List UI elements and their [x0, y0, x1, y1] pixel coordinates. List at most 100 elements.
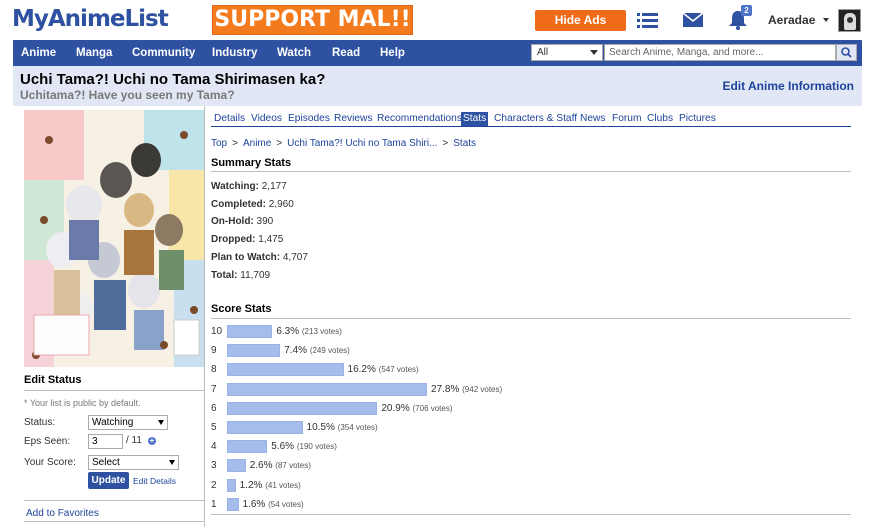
your-score-label: Your Score: — [24, 457, 76, 468]
sidebar-divider — [204, 106, 205, 527]
breadcrumb-stats[interactable]: Stats — [453, 138, 476, 149]
chevron-down-icon — [590, 50, 598, 55]
score-row: 4 5.6% (190 votes) — [211, 440, 851, 454]
tab-stats[interactable]: Stats — [461, 112, 489, 126]
score-label: 10 — [211, 326, 223, 337]
score-votes: (190 votes) — [296, 442, 337, 452]
score-row: 9 7.4% (249 votes) — [211, 344, 851, 358]
score-percent-value: 2.6% — [249, 460, 276, 472]
update-button[interactable]: Update — [88, 472, 129, 489]
score-label: 4 — [211, 441, 217, 453]
add-to-favorites-link[interactable]: Add to Favorites — [26, 508, 99, 519]
search-input[interactable] — [604, 44, 836, 61]
divider — [211, 514, 851, 515]
nav-watch[interactable]: Watch — [277, 40, 311, 66]
page-title: Uchi Tama?! Uchi no Tama Shirimasen ka? — [20, 71, 326, 88]
tab-recommendations[interactable]: Recommendations — [377, 112, 462, 125]
anime-cover-image[interactable] — [24, 110, 204, 367]
nav-manga[interactable]: Manga — [76, 40, 112, 66]
score-bar — [227, 382, 427, 396]
score-bar — [227, 344, 281, 358]
tab-forum[interactable]: Forum — [612, 112, 641, 125]
support-mal-banner[interactable]: SUPPORT MAL!! — [212, 5, 413, 35]
site-logo[interactable]: MyAnimeList — [12, 6, 169, 32]
edit-details-link[interactable]: Edit Details — [133, 476, 176, 486]
username-menu[interactable]: Aeradae — [768, 13, 815, 27]
nav-industry[interactable]: Industry — [212, 40, 257, 66]
score-percent: 5.6% (190 votes) — [271, 440, 337, 454]
score-percent: 1.2% (41 votes) — [240, 479, 301, 493]
score-bar — [227, 459, 246, 473]
score-select[interactable]: Select — [88, 455, 179, 470]
tab-clubs[interactable]: Clubs — [647, 112, 673, 125]
score-stats-heading: Score Stats — [211, 303, 272, 315]
score-bar — [227, 363, 344, 377]
score-label: 9 — [211, 345, 217, 357]
public-list-note: * Your list is public by default. — [24, 398, 141, 408]
tab-reviews[interactable]: Reviews — [334, 112, 373, 125]
nav-anime[interactable]: Anime — [21, 40, 56, 66]
list-icon[interactable] — [637, 10, 659, 30]
tab-news[interactable]: News — [580, 112, 605, 125]
edit-anime-information-link[interactable]: Edit Anime Information — [722, 79, 854, 93]
status-label: Status: — [24, 417, 56, 428]
nav-community[interactable]: Community — [132, 40, 195, 66]
score-label: 7 — [211, 383, 217, 395]
avatar[interactable] — [838, 9, 861, 32]
score-percent: 27.8% (942 votes) — [431, 383, 502, 397]
nav-read[interactable]: Read — [332, 40, 360, 66]
tab-episodes[interactable]: Episodes — [288, 112, 330, 125]
score-votes: (942 votes) — [462, 384, 503, 394]
score-bar — [227, 421, 303, 434]
chevron-down-icon — [169, 460, 175, 465]
score-value: Select — [92, 457, 120, 468]
top-header: MyAnimeList SUPPORT MAL!! Hide Ads 2 Aer… — [0, 0, 875, 40]
tab-pictures[interactable]: Pictures — [679, 112, 716, 125]
score-votes: (249 votes) — [309, 346, 350, 356]
score-label: 8 — [211, 364, 217, 376]
score-percent-value: 10.5% — [306, 422, 338, 433]
status-value: Watching — [92, 417, 134, 428]
score-row: 10 6.3% (213 votes) — [211, 325, 851, 339]
increment-episode-icon[interactable]: + — [148, 437, 156, 445]
score-bar — [227, 325, 273, 338]
nav-help[interactable]: Help — [380, 40, 405, 66]
score-row: 6 20.9% (706 votes) — [211, 401, 851, 416]
score-bar — [227, 401, 378, 415]
eps-seen-input[interactable] — [88, 434, 123, 449]
divider — [24, 500, 204, 501]
score-row: 3 2.6% (87 votes) — [211, 459, 851, 473]
status-select[interactable]: Watching — [88, 415, 168, 430]
tab-details[interactable]: Details — [214, 112, 245, 125]
search-category-select[interactable]: All — [531, 44, 603, 61]
score-votes: (87 votes) — [275, 461, 311, 471]
score-percent-value: 5.6% — [271, 441, 297, 453]
eps-total: / 11 — [126, 435, 142, 446]
page-subtitle: Uchitama?! Have you seen my Tama? — [20, 88, 235, 102]
chevron-down-icon[interactable] — [823, 18, 829, 22]
score-percent-value: 7.4% — [284, 345, 310, 357]
score-label: 3 — [211, 460, 217, 472]
score-percent: 7.4% (249 votes) — [284, 344, 350, 358]
score-votes: (547 votes) — [378, 365, 419, 375]
edit-status-heading: Edit Status — [24, 374, 82, 386]
breadcrumb-title[interactable]: Uchi Tama?! Uchi no Tama Shiri... — [287, 138, 437, 149]
breadcrumb-anime[interactable]: Anime — [243, 138, 271, 149]
score-row: 2 1.2% (41 votes) — [211, 478, 851, 493]
score-label: 5 — [211, 422, 217, 433]
score-percent-value: 27.8% — [431, 383, 463, 395]
mail-icon[interactable] — [682, 10, 704, 30]
score-row: 1 1.6% (54 votes) — [211, 497, 851, 512]
search-button[interactable] — [836, 44, 857, 61]
hide-ads-button[interactable]: Hide Ads — [535, 10, 626, 31]
score-label: 6 — [211, 402, 217, 414]
score-percent: 2.6% (87 votes) — [250, 459, 311, 473]
score-percent: 20.9% (706 votes) — [381, 402, 452, 416]
tab-videos[interactable]: Videos — [251, 112, 282, 125]
divider — [211, 318, 851, 319]
score-row: 5 10.5% (354 votes) — [211, 421, 851, 435]
stat-dropped: Dropped: 1,475 — [211, 234, 284, 245]
breadcrumb-top[interactable]: Top — [211, 138, 227, 149]
tab-characters-staff[interactable]: Characters & Staff — [494, 112, 577, 125]
breadcrumb: Top > Anime > Uchi Tama?! Uchi no Tama Shiri… — [211, 138, 477, 149]
